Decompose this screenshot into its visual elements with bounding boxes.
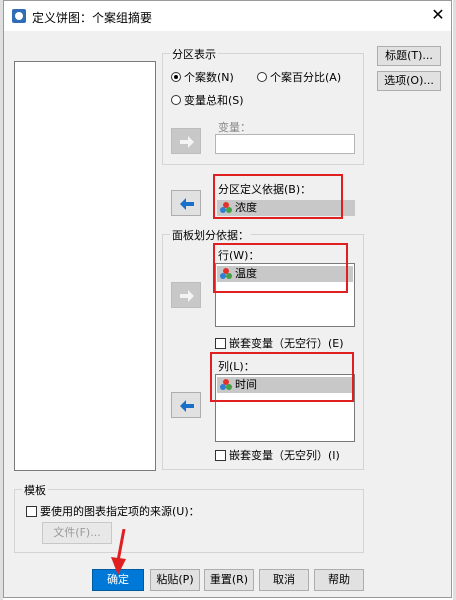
template-group-title: 模板 [22, 482, 48, 498]
cancel-button[interactable]: 取消 [259, 569, 309, 591]
left-arrow-icon [180, 198, 194, 210]
radio-case-count[interactable]: 个案数(N) [171, 69, 234, 85]
help-button[interactable]: 帮助 [314, 569, 364, 591]
titles-button[interactable]: 标题(T)... [377, 46, 441, 66]
source-variable-list[interactable] [14, 61, 156, 471]
radio-selected-icon [171, 72, 181, 82]
radio-variable-sum[interactable]: 变量总和(S) [171, 92, 244, 108]
annotation-highlight-define-by [213, 174, 343, 219]
checkbox-icon [215, 338, 226, 349]
options-button[interactable]: 选项(O)... [377, 71, 441, 91]
close-icon[interactable]: ✕ [428, 5, 448, 25]
radio-unselected-icon [171, 95, 181, 105]
move-define-by-button[interactable] [171, 190, 201, 216]
left-arrow-icon [180, 400, 194, 412]
annotation-red-arrow-icon [111, 529, 126, 575]
annotation-highlight-row [213, 243, 348, 293]
move-row-button[interactable] [171, 282, 201, 308]
move-column-button[interactable] [171, 392, 201, 418]
annotation-highlight-column [210, 352, 354, 402]
variable-label: 变量： [218, 121, 251, 134]
radio-variable-sum-label: 变量总和(S) [184, 94, 244, 107]
right-arrow-icon [180, 290, 194, 302]
variable-field[interactable] [215, 134, 355, 154]
partition-group-title: 分区表示 [170, 46, 218, 62]
radio-case-percent-label: 个案百分比(A) [270, 71, 342, 84]
paste-button[interactable]: 粘贴(P) [150, 569, 200, 591]
nest-rows-checkbox[interactable]: 嵌套变量（无空行）(E) [215, 335, 344, 351]
radio-case-count-label: 个案数(N) [184, 71, 234, 84]
nest-columns-label: 嵌套变量（无空列）(I) [229, 449, 340, 462]
file-button[interactable]: 文件(F)... [42, 522, 112, 544]
title-bar: 定义饼图：个案组摘要 ✕ [4, 1, 451, 31]
app-icon [12, 9, 26, 23]
use-chart-spec-checkbox[interactable]: 要使用的图表指定项的来源(U)： [26, 503, 200, 519]
dialog-title: 定义饼图：个案组摘要 [32, 11, 153, 25]
nest-columns-checkbox[interactable]: 嵌套变量（无空列）(I) [215, 447, 340, 463]
define-pie-dialog: 定义饼图：个案组摘要 ✕ 分区表示 个案数(N) 个案百分比(A) 变量总和(S… [3, 0, 452, 598]
radio-case-percent[interactable]: 个案百分比(A) [257, 69, 341, 85]
reset-button[interactable]: 重置(R) [204, 569, 254, 591]
panel-group-title: 面板划分依据： [170, 227, 251, 243]
use-chart-spec-label: 要使用的图表指定项的来源(U)： [40, 505, 200, 518]
nest-rows-label: 嵌套变量（无空行）(E) [229, 337, 344, 350]
checkbox-icon [26, 506, 37, 517]
radio-unselected-icon [257, 72, 267, 82]
right-arrow-icon [180, 136, 194, 148]
checkbox-icon [215, 450, 226, 461]
move-variable-button[interactable] [171, 128, 201, 154]
